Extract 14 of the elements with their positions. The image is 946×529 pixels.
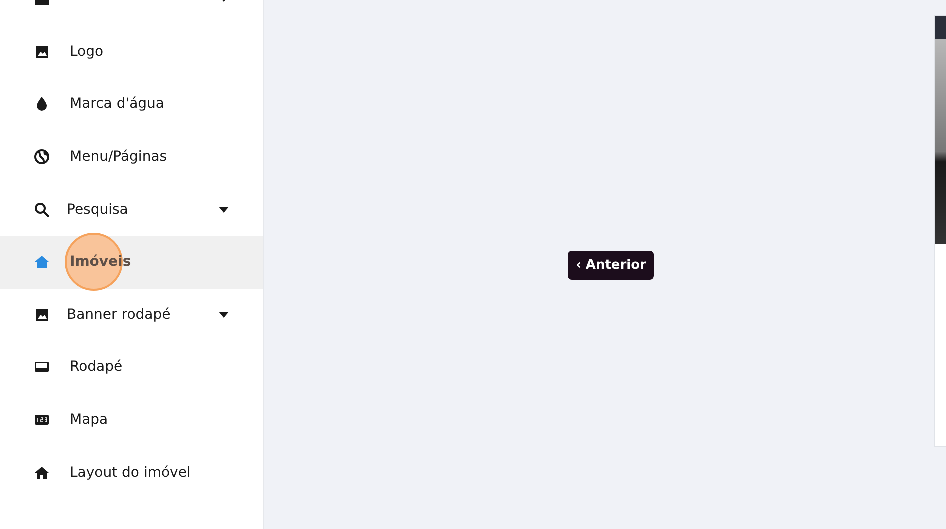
sidebar-item[interactable]: Logo — [0, 26, 263, 78]
menu-item-icon — [33, 200, 51, 219]
previous-button[interactable]: ‹ Anterior — [568, 251, 654, 280]
sidebar-item[interactable]: Pesquisa — [0, 183, 263, 236]
sidebar-item[interactable]: Marca d'água — [0, 78, 263, 131]
sidebar-item[interactable]: Rodapé — [0, 341, 263, 394]
menu-item-icon — [33, 148, 51, 166]
caret-icon — [219, 312, 229, 318]
sidebar-item[interactable]: Layout do imóvel — [0, 446, 263, 499]
card-header — [935, 16, 946, 39]
caret-icon — [219, 206, 229, 213]
sidebar-item[interactable]: Menu/Páginas — [0, 130, 263, 184]
sidebar-item[interactable]: Mapa — [0, 394, 263, 446]
sidebar-item[interactable]: Banner rodapé — [0, 288, 263, 342]
